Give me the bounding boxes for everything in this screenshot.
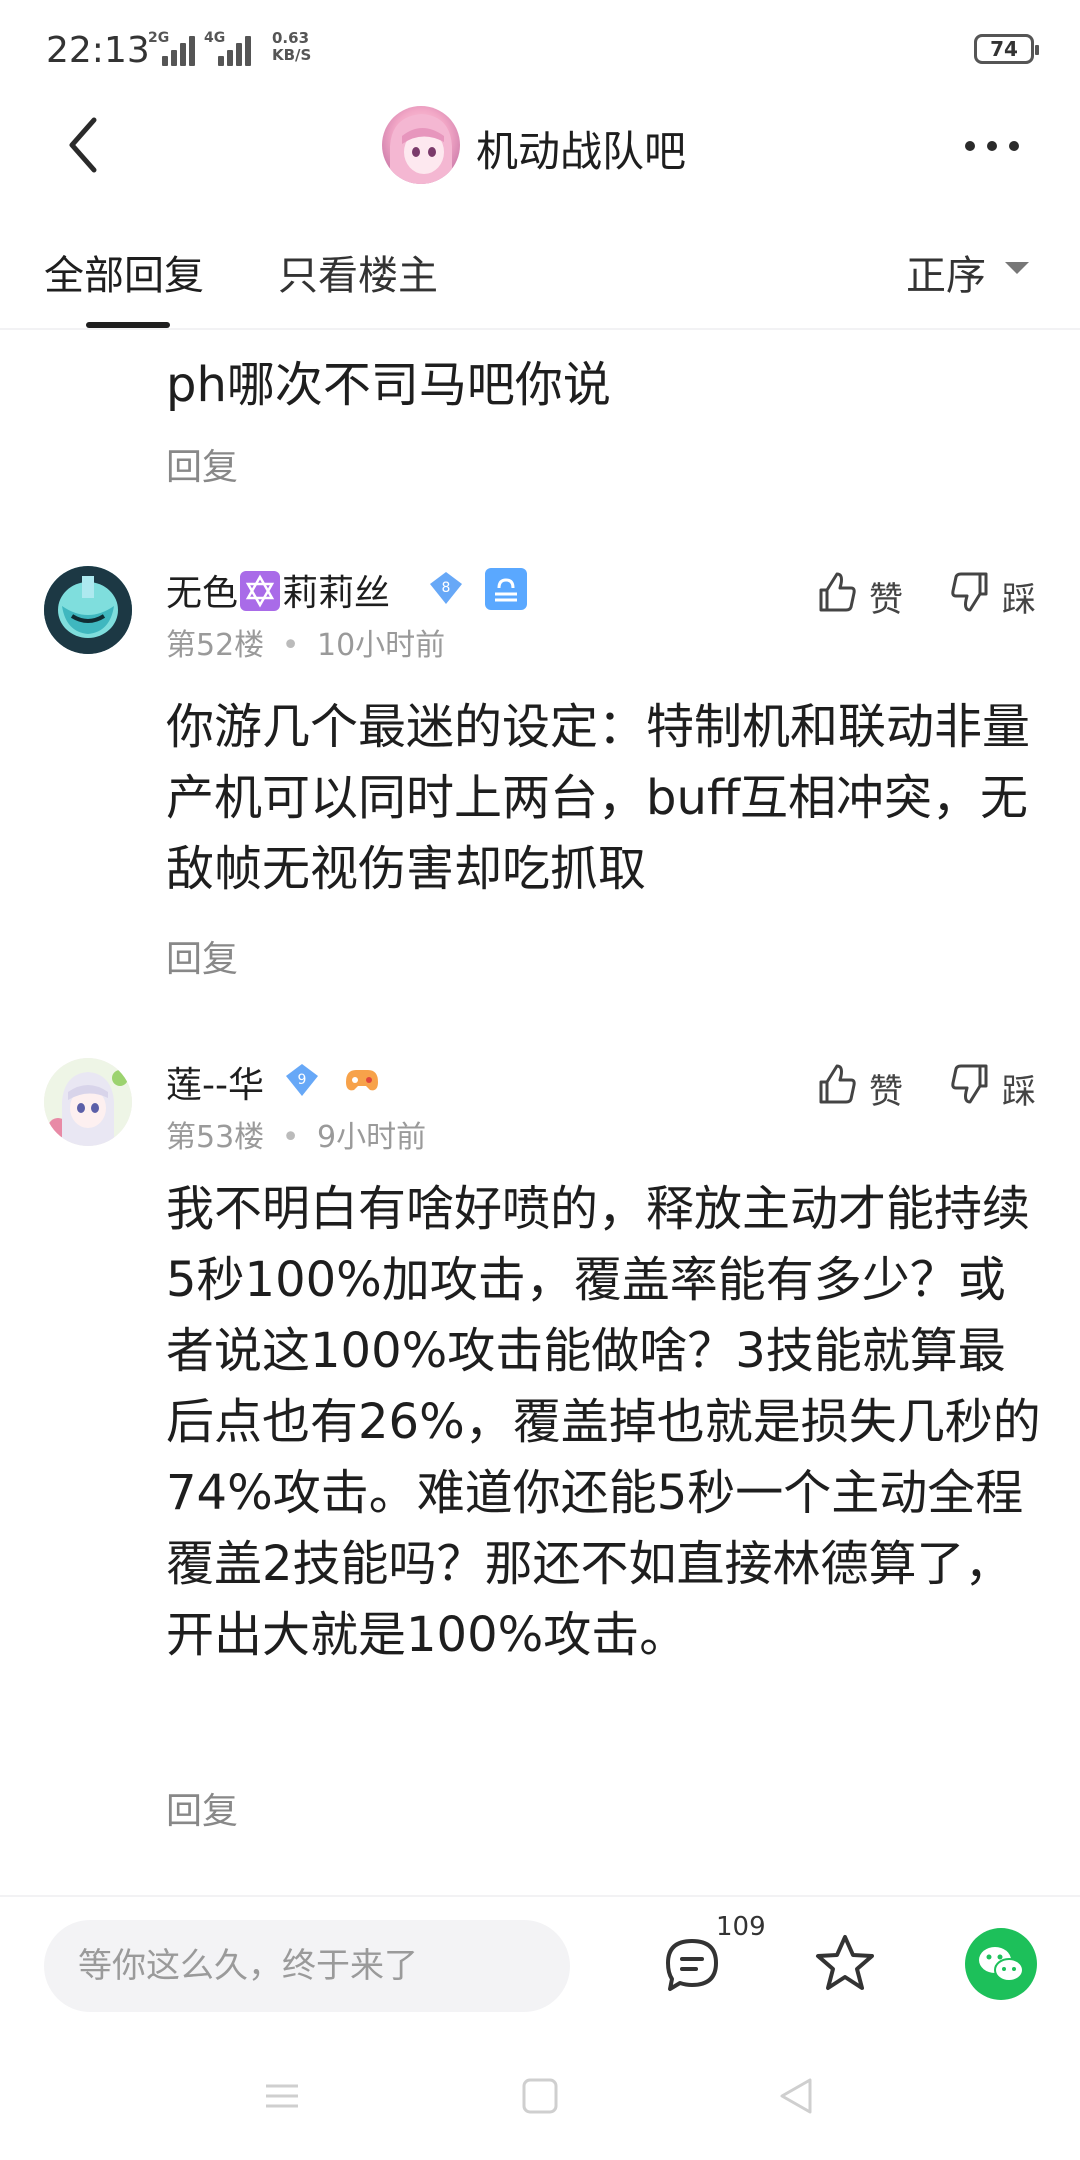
favorite-button[interactable] (812, 1931, 878, 1997)
signal-4g-icon: 4G (204, 30, 256, 70)
wechat-share-button[interactable] (965, 1928, 1037, 2000)
network-speed: 0.63 KB/S (272, 30, 311, 64)
username[interactable]: 无色 莉莉丝 (166, 564, 390, 616)
battery-icon: 74 (974, 34, 1039, 64)
back-triangle-icon[interactable] (776, 2076, 816, 2116)
menu-icon[interactable] (262, 2076, 302, 2116)
network-speed-unit: KB/S (272, 46, 312, 64)
post-content: 我不明白有啥好喷的，释放主动才能持续5秒100%加攻击，覆盖率能有多少？或者说这… (166, 1181, 1041, 1663)
reply-button[interactable]: 回复 (166, 930, 238, 982)
svg-text:9: 9 (298, 1072, 307, 1088)
chevron-left-icon (69, 117, 97, 173)
anime-girl-avatar-icon (44, 1058, 132, 1146)
username[interactable]: 莲--华 (166, 1056, 264, 1108)
reply-button[interactable]: 回复 (166, 438, 238, 490)
anime-girl-avatar-icon (390, 114, 452, 184)
level-badge: 9 (284, 1062, 320, 1098)
status-bar: 22:13 2G 4G 0.63 KB/S 74 (0, 0, 1080, 100)
meta-dot: • (281, 1120, 300, 1155)
like-label: 赞 (869, 580, 903, 620)
reply-button[interactable]: 回复 (166, 1782, 238, 1834)
username-prefix: 无色 (166, 573, 239, 614)
comment-bubble-icon (666, 1939, 718, 1991)
libra-icon (485, 568, 527, 610)
forum-avatar[interactable] (382, 106, 460, 184)
dislike-label: 踩 (1002, 1072, 1036, 1112)
floor-number: 第53楼 (166, 1120, 265, 1155)
avatar[interactable] (44, 1058, 132, 1146)
thumbs-up-icon (819, 1064, 856, 1104)
post-meta: 第53楼 • 9小时前 (166, 1112, 426, 1156)
svg-text:8: 8 (442, 580, 451, 596)
level-badge: 8 (428, 570, 464, 606)
like-label: 赞 (869, 1072, 903, 1112)
post-meta: 第52楼 • 10小时前 (166, 620, 445, 664)
back-button[interactable] (56, 110, 116, 180)
hexagram-icon (240, 571, 281, 611)
status-time: 22:13 (46, 30, 150, 71)
username-suffix: 莉莉丝 (282, 573, 391, 614)
tab-all-replies[interactable]: 全部回复 (44, 243, 204, 301)
meta-dot: • (281, 628, 300, 663)
tab-owner-only[interactable]: 只看楼主 (278, 243, 438, 301)
network-speed-value: 0.63 (272, 29, 310, 47)
forum-title[interactable]: 机动战队吧 (476, 118, 686, 179)
avatar[interactable] (44, 566, 132, 654)
post-content: ph哪次不司马吧你说 (166, 357, 611, 413)
post-content: 你游几个最迷的设定：特制机和联动非量产机可以同时上两台，buff互相冲突，无敌帧… (166, 699, 1031, 897)
sort-button[interactable]: 正序 (906, 243, 986, 301)
comments-button[interactable] (660, 1933, 724, 1997)
post-time: 10小时前 (316, 628, 446, 663)
diamond-badge-icon: 9 (286, 1064, 318, 1096)
dislike-label: 踩 (1002, 580, 1036, 620)
more-dots-icon (965, 141, 1019, 151)
comment-count: 109 (716, 1912, 766, 1942)
thumbs-up-icon (819, 572, 856, 612)
game-badge-icon (340, 1058, 384, 1102)
caret-down-icon (1005, 262, 1029, 274)
robot-avatar-icon (44, 566, 132, 654)
thumbs-down-icon (951, 1064, 988, 1104)
post-time: 9小时前 (316, 1120, 427, 1155)
home-square-icon[interactable] (520, 2076, 560, 2116)
floor-number: 第52楼 (166, 628, 265, 663)
thumbs-down-icon (951, 572, 988, 612)
comment-input[interactable]: 等你这么久，终于来了 (44, 1920, 570, 2012)
tabs-divider (0, 328, 1080, 330)
star-icon (816, 1935, 874, 1990)
signal-2g-icon: 2G (148, 30, 200, 70)
wechat-icon (979, 1947, 1024, 1982)
more-button[interactable] (962, 126, 1022, 166)
diamond-badge-icon: 8 (430, 572, 462, 604)
